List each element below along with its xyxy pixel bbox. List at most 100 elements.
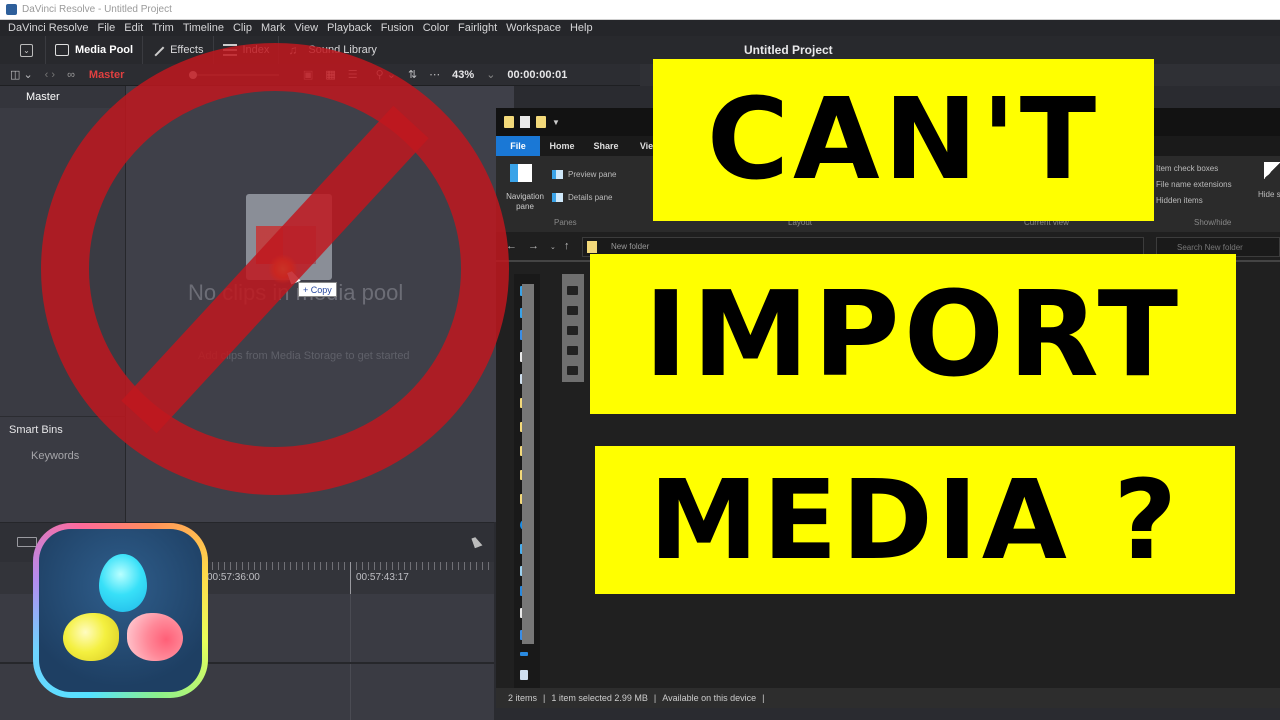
thumbnail-size-slider[interactable] (188, 70, 279, 79)
details-pane-icon (552, 193, 563, 202)
metadata-view-icon[interactable]: ▣ (297, 68, 319, 81)
menu-fairlight[interactable]: Fairlight (458, 22, 497, 34)
recent-dropdown-icon[interactable]: ⌄ (550, 243, 556, 251)
menu-clip[interactable]: Clip (233, 22, 252, 34)
new-folder-icon[interactable] (536, 116, 546, 128)
back-arrow-icon[interactable]: ← (506, 240, 517, 252)
menu-help[interactable]: Help (570, 22, 593, 34)
hide-selected-items-button[interactable]: Hide selected items (1258, 190, 1280, 199)
media-pool-toolbar: ◫ ⌄ ‹ › ∞ Master ▣ ▦ ☰ ⚲ ⌄ ⇅ ⋯ 43% ⌄ 00:… (0, 64, 640, 86)
window-title: DaVinci Resolve - Untitled Project (22, 4, 172, 15)
workspace-toggle-button[interactable]: ⌄ (0, 36, 46, 64)
ruler-ticks (200, 562, 494, 570)
tab-share[interactable]: Share (584, 136, 628, 156)
music-icon[interactable] (520, 652, 528, 656)
file-item[interactable] (567, 286, 578, 295)
chevron-down-icon: ⌄ (20, 43, 33, 57)
status-separator: | (762, 693, 765, 703)
logo-petal-pink (127, 613, 183, 661)
sidebar-toggle-icon[interactable]: ◫ ⌄ (0, 68, 39, 81)
index-button[interactable]: Index (214, 36, 280, 64)
viewer-zoom-level[interactable]: 43% (446, 69, 480, 81)
headline-line-1: CAN'T (653, 59, 1154, 221)
navigation-pane-button[interactable]: Navigation pane (500, 192, 550, 212)
menu-view[interactable]: View (294, 22, 318, 34)
headline-line-3: MEDIA ? (595, 446, 1235, 594)
menu-davinci-resolve[interactable]: DaVinci Resolve (8, 22, 89, 34)
item-check-boxes-option[interactable]: Item check boxes (1156, 164, 1218, 173)
media-pool-button[interactable]: Media Pool (46, 36, 144, 64)
preview-pane-button[interactable]: Preview pane (568, 170, 616, 179)
headline-line-2: IMPORT (590, 254, 1236, 414)
navigation-pane-icon[interactable] (510, 164, 532, 182)
menu-workspace[interactable]: Workspace (506, 22, 561, 34)
sort-icon[interactable]: ⇅ (402, 68, 423, 81)
resolve-app-icon (6, 4, 17, 15)
preview-pane-icon (552, 170, 563, 179)
customize-dropdown-icon[interactable]: ▼ (552, 118, 560, 127)
menu-color[interactable]: Color (423, 22, 449, 34)
media-pool-icon (55, 44, 69, 56)
track-gridline (350, 594, 351, 720)
address-path: New folder (611, 242, 650, 251)
menu-timeline[interactable]: Timeline (183, 22, 224, 34)
more-options-icon[interactable]: ⋯ (423, 68, 446, 81)
music-note-icon: ♫ (288, 43, 298, 57)
zoom-dropdown-icon[interactable]: ⌄ (480, 68, 501, 81)
selection-pointer-icon[interactable] (471, 535, 483, 549)
bin-item-master[interactable]: Master (0, 86, 125, 108)
menu-mark[interactable]: Mark (261, 22, 285, 34)
effects-button[interactable]: Effects (143, 36, 214, 64)
nav-back-forward-icon[interactable]: ‹ › (39, 69, 61, 81)
selection-info: 1 item selected 2.99 MB (551, 693, 648, 703)
hide-selected-icon (1264, 162, 1280, 180)
menu-playback[interactable]: Playback (327, 22, 372, 34)
slider-knob[interactable] (188, 70, 197, 79)
menu-edit[interactable]: Edit (124, 22, 143, 34)
forward-arrow-icon[interactable]: → (528, 240, 539, 252)
status-separator: | (653, 693, 657, 703)
show-hide-group-label: Show/hide (1194, 218, 1232, 227)
details-pane-button[interactable]: Details pane (568, 193, 612, 202)
viewer-timecode: 00:00:00:01 (507, 68, 568, 81)
sound-library-button[interactable]: ♫ Sound Library (279, 36, 386, 64)
file-item[interactable] (567, 306, 578, 315)
panes-group-label: Panes (554, 218, 577, 227)
item-count: 2 items (508, 693, 538, 703)
project-title: Untitled Project (744, 43, 833, 57)
bin-list-panel: Master Smart Bins Keywords (0, 86, 126, 522)
ruler-major-mark (350, 562, 351, 594)
tab-home[interactable]: Home (540, 136, 584, 156)
file-item[interactable] (567, 346, 578, 355)
link-icon[interactable]: ∞ (61, 69, 81, 81)
availability-status: Available on this device (662, 693, 757, 703)
navigation-scrollbar[interactable] (522, 284, 534, 644)
tab-file[interactable]: File (496, 136, 540, 156)
up-arrow-icon[interactable]: ↑ (564, 240, 570, 252)
document-icon[interactable] (520, 116, 530, 128)
logo-petal-yellow (63, 613, 119, 661)
smart-bin-keywords[interactable]: Keywords (31, 450, 79, 462)
folder-icon (587, 241, 597, 253)
folder-icon[interactable] (504, 116, 514, 128)
divider (0, 416, 126, 417)
file-item[interactable] (567, 326, 578, 335)
smart-bins-heading: Smart Bins (9, 424, 63, 436)
status-bar: 2 items | 1 item selected 2.99 MB | Avai… (496, 688, 1280, 708)
search-icon[interactable]: ⚲ ⌄ (370, 68, 402, 81)
file-name-extensions-option[interactable]: File name extensions (1156, 180, 1232, 189)
list-view-icon[interactable]: ☰ (342, 68, 364, 81)
menu-file[interactable]: File (98, 22, 116, 34)
drag-copy-tooltip: + Copy (298, 282, 337, 297)
file-item[interactable] (567, 366, 578, 375)
timeline-view-icon[interactable] (17, 537, 37, 547)
menu-fusion[interactable]: Fusion (381, 22, 414, 34)
current-bin-label: Master (88, 68, 125, 81)
logo-face (39, 529, 202, 692)
file-list[interactable] (562, 274, 584, 382)
thumbnail-view-icon[interactable]: ▦ (319, 68, 341, 81)
pictures-icon[interactable] (520, 670, 528, 680)
menu-trim[interactable]: Trim (152, 22, 174, 34)
hidden-items-option[interactable]: Hidden items (1156, 196, 1203, 205)
ruler-timecode: 00:57:43:17 (356, 572, 409, 583)
